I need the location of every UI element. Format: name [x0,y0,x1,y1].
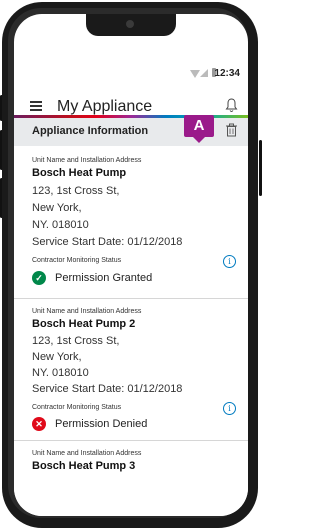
address-line: New York, [32,202,82,214]
page-title: My Appliance [57,98,153,115]
service-start-date: Service Start Date: 01/12/2018 [32,236,183,248]
info-icon[interactable]: i [223,402,236,415]
address-line: New York, [32,351,82,363]
phone-mockup: 12:34 My Appliance Appliance Information [0,0,262,531]
screen-bottom-mask [14,478,248,516]
callout-marker: A [184,115,214,137]
service-start-date: Service Start Date: 01/12/2018 [32,383,183,395]
info-icon[interactable]: i [223,255,236,268]
permission-status: ✕ Permission Denied [32,417,147,431]
permission-status: ✓ Permission Granted [32,271,152,285]
address-line: 123, 1st Cross St, [32,335,120,347]
appliance-card[interactable]: Unit Name and Installation Address Bosch… [14,298,248,440]
monitoring-status-label: Contractor Monitoring Status [32,257,122,264]
callout-pointer [193,137,205,143]
permission-text: Permission Denied [55,418,148,430]
unit-name: Bosch Heat Pump [32,167,127,179]
phone-side-button [259,140,262,196]
close-icon: ✕ [32,417,46,431]
unit-name-label: Unit Name and Installation Address [32,450,142,457]
appliance-card[interactable]: Unit Name and Installation Address Bosch… [14,146,248,298]
status-time: 12:34 [214,68,240,79]
camera-icon [126,20,134,28]
unit-name: Bosch Heat Pump 2 [32,318,136,330]
signal-icon [200,69,208,77]
wifi-icon [190,70,200,78]
check-icon: ✓ [32,271,46,285]
unit-name-label: Unit Name and Installation Address [32,308,142,315]
delete-trash-icon[interactable] [225,123,238,140]
appliance-card[interactable]: Unit Name and Installation Address Bosch… [14,440,248,480]
unit-name-label: Unit Name and Installation Address [32,157,142,164]
address-line: NY. 018010 [32,219,89,231]
section-title: Appliance Information [32,125,149,137]
permission-text: Permission Granted [55,272,153,284]
monitoring-status-label: Contractor Monitoring Status [32,404,122,411]
unit-name: Bosch Heat Pump 3 [32,460,136,472]
address-line: 123, 1st Cross St, [32,185,120,197]
notification-bell-icon[interactable] [225,98,238,116]
status-bar: 12:34 [14,66,248,82]
hamburger-menu-icon[interactable] [30,101,42,111]
address-line: NY. 018010 [32,367,89,379]
